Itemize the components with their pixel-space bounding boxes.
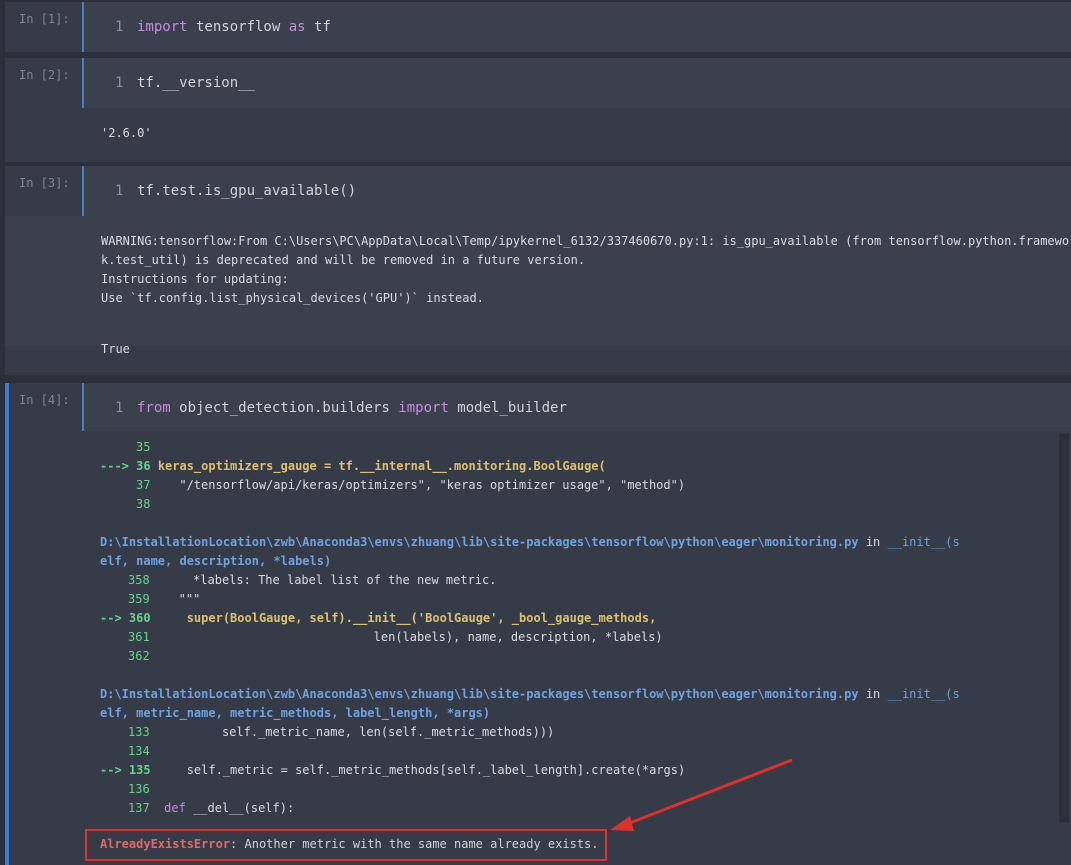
traceback-line: 37 "/tensorflow/api/keras/optimizers", "… xyxy=(136,478,686,492)
error-message: AlreadyExistsError: Another metric with … xyxy=(100,837,599,851)
traceback-line: 362 xyxy=(128,649,150,663)
cell-1[interactable]: In [1]: 1 import tensorflow as tf xyxy=(5,2,1071,52)
line-number: 1 xyxy=(115,183,124,199)
cell-3[interactable]: In [3]: 1 tf.test.is_gpu_available() WAR… xyxy=(5,166,1071,375)
cell-code: tf.__version__ xyxy=(137,75,256,91)
traceback-line: 359 """ xyxy=(128,592,201,606)
traceback-path: elf, name, description, *labels) xyxy=(100,554,332,568)
cell-2[interactable]: In [2]: 1 tf.__version__ '2.6.0' xyxy=(5,58,1071,162)
traceback-line: ---> 36 keras_optimizers_gauge = tf.__in… xyxy=(100,459,606,473)
cell-code: import tensorflow as tf xyxy=(137,19,331,35)
warning-line: k.test_util) is deprecated and will be r… xyxy=(101,253,586,267)
cell-prompt: In [2]: xyxy=(19,68,70,82)
cell-prompt: In [4]: xyxy=(19,393,70,407)
traceback-line: 134 xyxy=(128,744,150,758)
cell-prompt: In [3]: xyxy=(19,176,70,190)
traceback-line: 133 self._metric_name, len(self._metric_… xyxy=(128,725,555,739)
cell-output: True xyxy=(101,342,130,356)
traceback-line: 38 xyxy=(136,497,151,511)
active-cell-indicator xyxy=(5,383,9,865)
cell-prompt: In [1]: xyxy=(19,12,70,26)
traceback-line: 361 len(labels), name, description, *lab… xyxy=(128,630,663,644)
cell-input[interactable]: 1 import tensorflow as tf xyxy=(82,2,1071,52)
line-number: 1 xyxy=(115,75,124,91)
warning-line: Instructions for updating: xyxy=(101,272,289,286)
cell-code: from object_detection.builders import mo… xyxy=(137,400,567,416)
traceback-line: 136 xyxy=(128,782,150,796)
cell-input[interactable]: 1 tf.__version__ xyxy=(82,58,1071,108)
cell-input[interactable]: 1 from object_detection.builders import … xyxy=(82,383,1071,431)
cell-output: '2.6.0' xyxy=(101,126,152,140)
cell-input[interactable]: 1 tf.test.is_gpu_available() xyxy=(82,166,1071,216)
traceback-line: 358 *labels: The label list of the new m… xyxy=(128,573,497,587)
traceback-path: elf, metric_name, metric_methods, label_… xyxy=(100,706,491,720)
traceback-line: 137 def __del__(self): xyxy=(128,801,295,815)
cell-code: tf.test.is_gpu_available() xyxy=(137,183,357,199)
traceback-line: --> 135 self._metric = self._metric_meth… xyxy=(100,763,686,777)
warning-line: Use `tf.config.list_physical_devices('GP… xyxy=(101,291,484,305)
traceback-line: --> 360 super(BoolGauge, self).__init__(… xyxy=(100,611,657,625)
traceback-path: D:\InstallationLocation\zwb\Anaconda3\en… xyxy=(100,535,960,549)
warning-line: WARNING:tensorflow:From C:\Users\PC\AppD… xyxy=(101,234,1071,248)
line-number: 1 xyxy=(115,19,124,35)
line-number: 1 xyxy=(115,400,124,416)
output-scrollbar[interactable] xyxy=(1059,433,1069,823)
traceback-path: D:\InstallationLocation\zwb\Anaconda3\en… xyxy=(100,687,960,701)
traceback-line: 35 xyxy=(136,440,151,454)
